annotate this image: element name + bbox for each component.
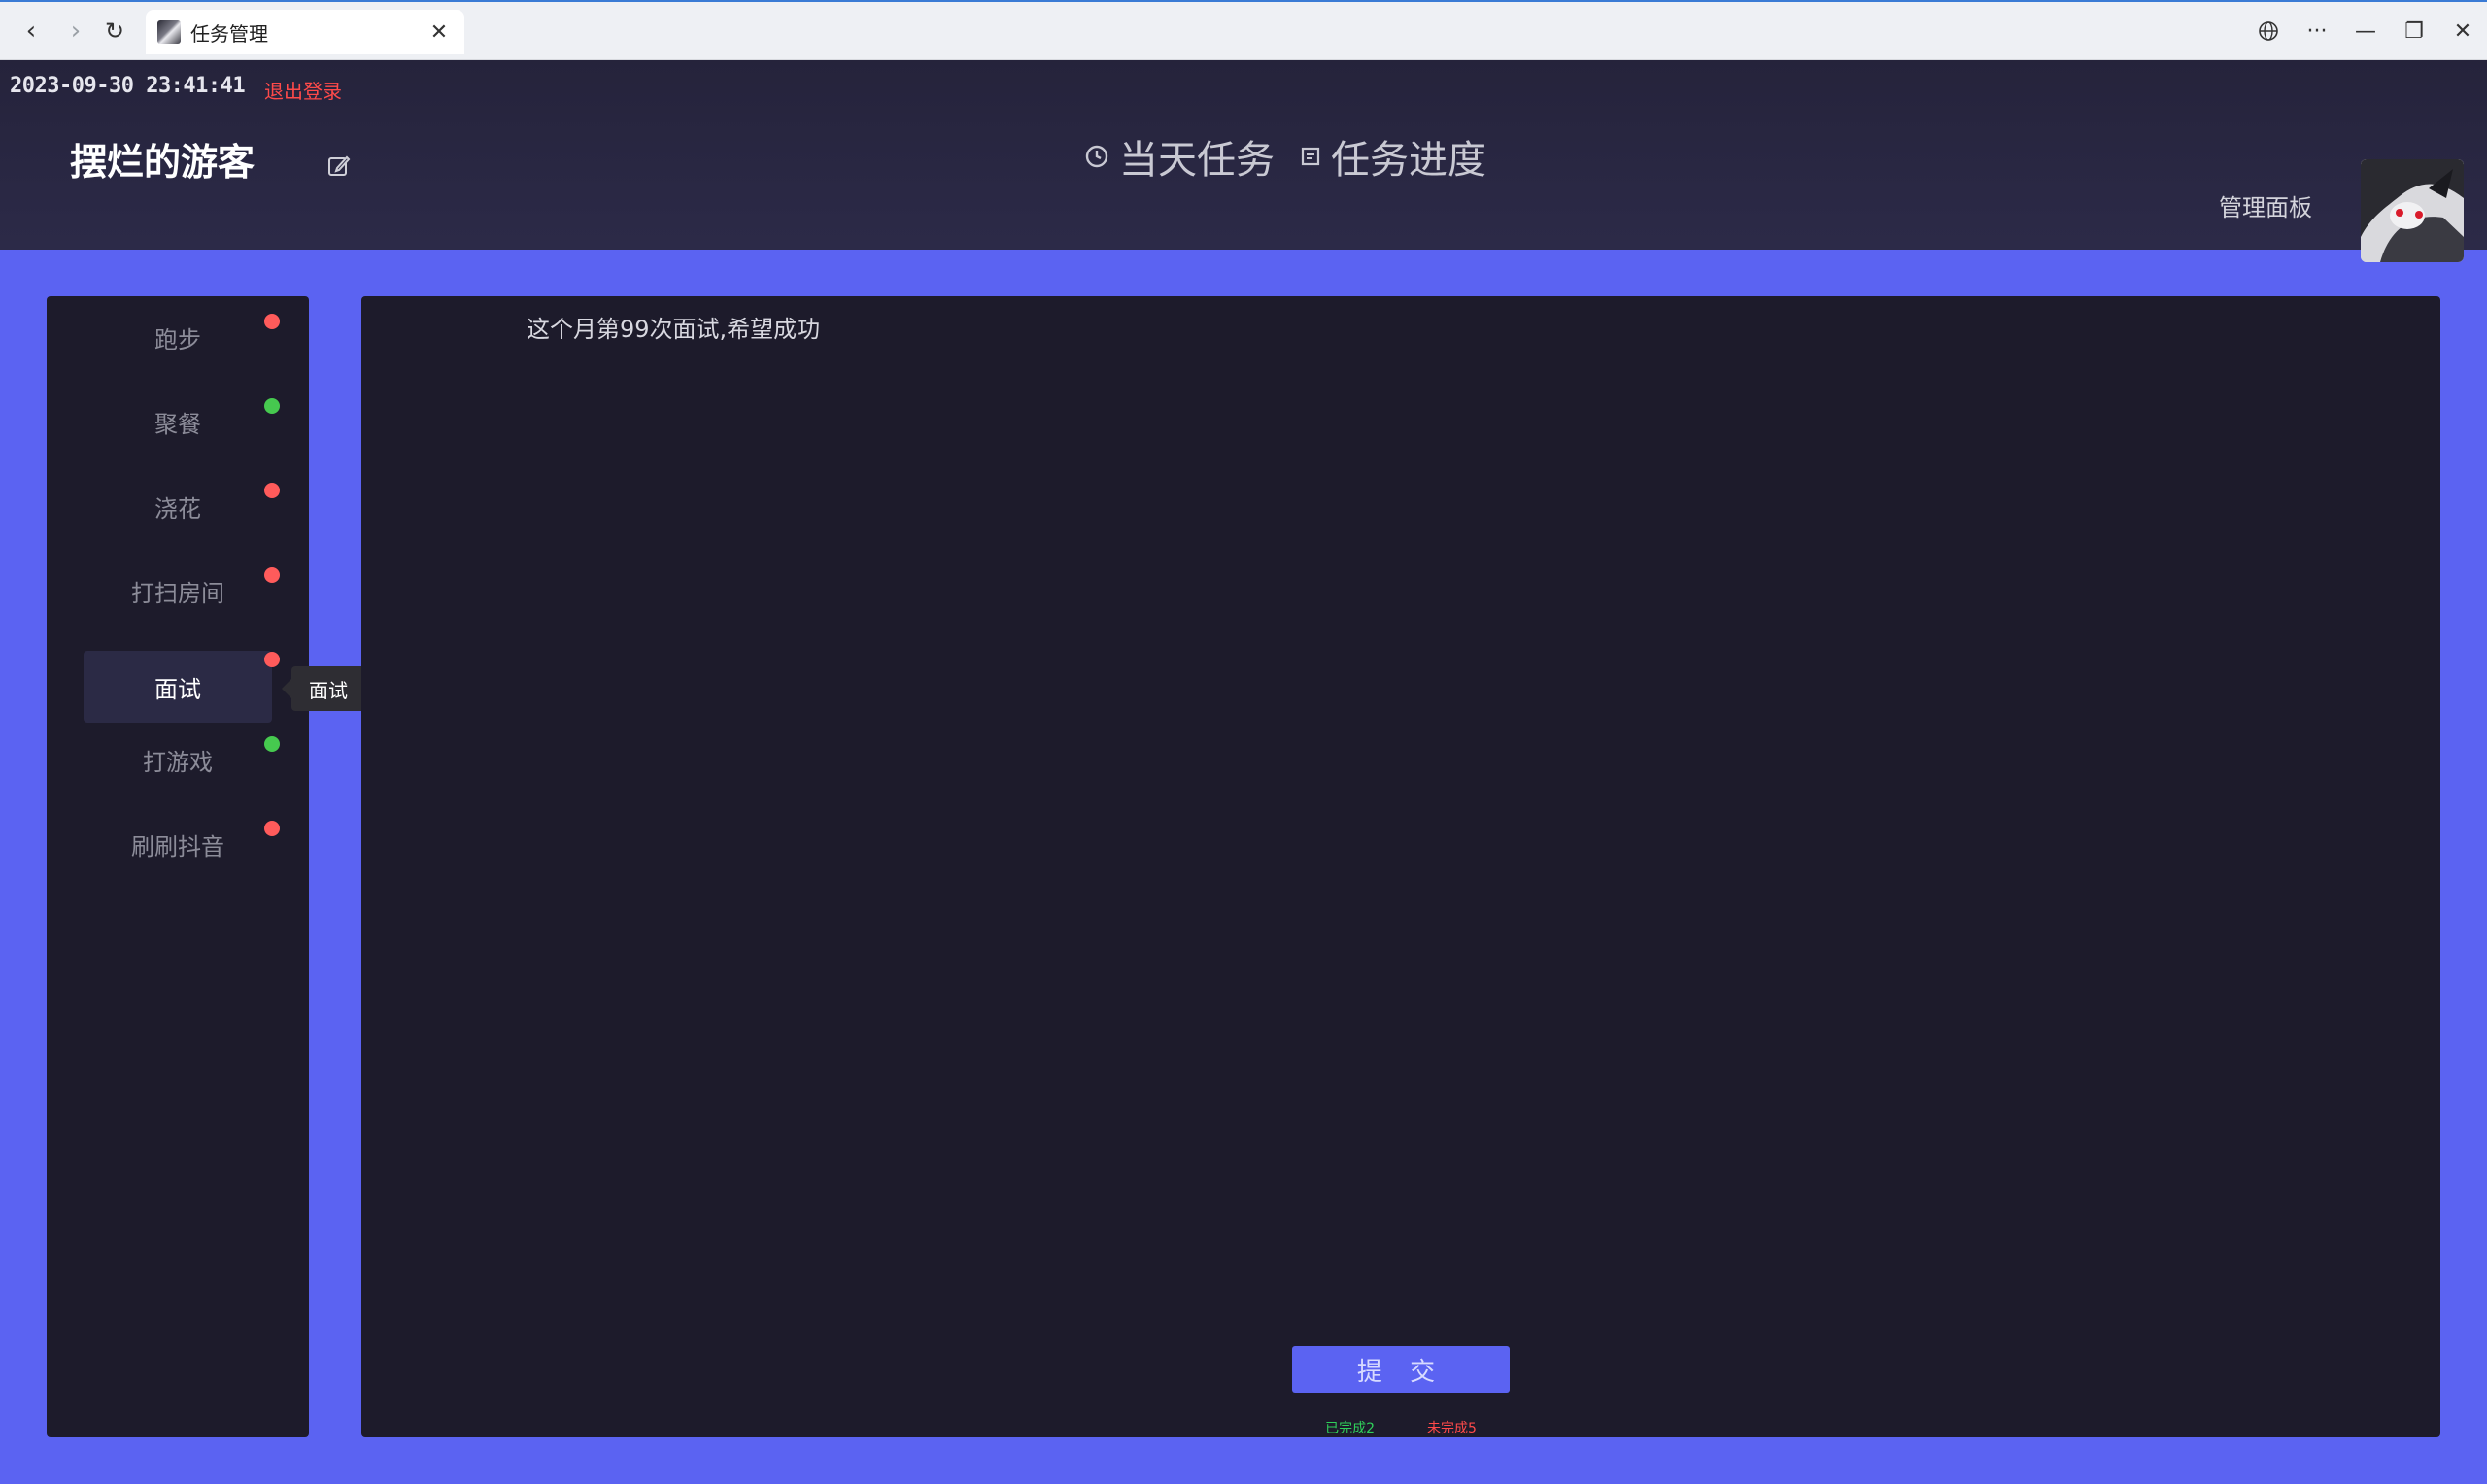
status-dot-complete	[264, 736, 280, 752]
task-label: 打扫房间	[131, 579, 224, 607]
top-nav: 当天任务 任务进度	[1084, 128, 1512, 185]
task-description: 这个月第99次面试,希望成功	[527, 316, 821, 343]
document-icon	[1301, 147, 1320, 166]
minimize-icon[interactable]: —	[2341, 12, 2390, 51]
status-dot-incomplete	[264, 483, 280, 498]
more-icon[interactable]: ···	[2293, 12, 2341, 51]
task-item-running[interactable]: 跑步	[84, 301, 272, 373]
avatar[interactable]	[2361, 159, 2464, 262]
status-dot-incomplete	[264, 314, 280, 329]
task-label: 刷刷抖音	[131, 832, 224, 860]
edit-icon[interactable]	[326, 153, 352, 179]
back-icon[interactable]: ‹	[14, 14, 49, 49]
forward-icon[interactable]: ›	[58, 14, 93, 49]
username: 摆烂的游客	[70, 141, 256, 184]
task-label: 浇花	[154, 494, 201, 523]
browser-tab[interactable]: 任务管理 ✕	[146, 10, 464, 54]
submit-button[interactable]: 提 交	[1292, 1346, 1510, 1393]
restore-icon[interactable]: ❐	[2390, 12, 2438, 51]
task-label: 打游戏	[143, 748, 213, 776]
window-close-icon[interactable]: ✕	[2438, 12, 2487, 51]
status-dot-incomplete	[264, 652, 280, 667]
task-detail-panel: 这个月第99次面试,希望成功 提 交 已完成2 未完成5	[361, 296, 2440, 1437]
globe-icon[interactable]	[2244, 12, 2293, 51]
tab-close-icon[interactable]: ✕	[426, 18, 453, 46]
logout-link[interactable]: 退出登录	[264, 76, 342, 104]
task-label: 跑步	[154, 325, 201, 354]
nav-task-progress[interactable]: 任务进度	[1300, 128, 1486, 185]
status-dot-complete	[264, 398, 280, 414]
task-sidebar: 跑步 聚餐 浇花 打扫房间 面试 打游戏 刷刷抖音	[47, 296, 309, 1437]
task-item-watering[interactable]: 浇花	[84, 470, 272, 542]
task-item-dinner[interactable]: 聚餐	[84, 386, 272, 457]
clock-icon	[1085, 145, 1108, 168]
task-item-gaming[interactable]: 打游戏	[84, 724, 272, 795]
admin-panel-link[interactable]: 管理面板	[2219, 188, 2312, 222]
task-label: 聚餐	[154, 410, 201, 438]
tab-title: 任务管理	[190, 21, 268, 46]
browser-chrome: ‹ › ↻ 任务管理 ✕ ··· — ❐ ✕	[0, 0, 2487, 60]
favicon-icon	[157, 20, 181, 44]
completed-count: 已完成2	[1325, 1421, 1375, 1436]
task-label: 面试	[154, 675, 201, 703]
current-datetime: 2023-09-30 23:41:41	[10, 74, 246, 98]
task-stats: 已完成2 未完成5	[361, 1418, 2440, 1437]
nav-today-tasks-label: 当天任务	[1119, 138, 1275, 183]
task-item-interview[interactable]: 面试	[84, 651, 272, 723]
status-dot-incomplete	[264, 821, 280, 836]
task-tooltip: 面试	[282, 666, 365, 711]
status-dot-incomplete	[264, 567, 280, 583]
task-item-cleaning[interactable]: 打扫房间	[84, 555, 272, 626]
task-item-douyin[interactable]: 刷刷抖音	[84, 808, 272, 880]
nav-task-progress-label: 任务进度	[1331, 138, 1486, 183]
app-header: 2023-09-30 23:41:41 退出登录 摆烂的游客 当天任务 任务进度…	[0, 60, 2487, 262]
reload-icon[interactable]: ↻	[97, 14, 132, 49]
nav-today-tasks[interactable]: 当天任务	[1084, 128, 1275, 185]
incomplete-count: 未完成5	[1427, 1421, 1477, 1436]
